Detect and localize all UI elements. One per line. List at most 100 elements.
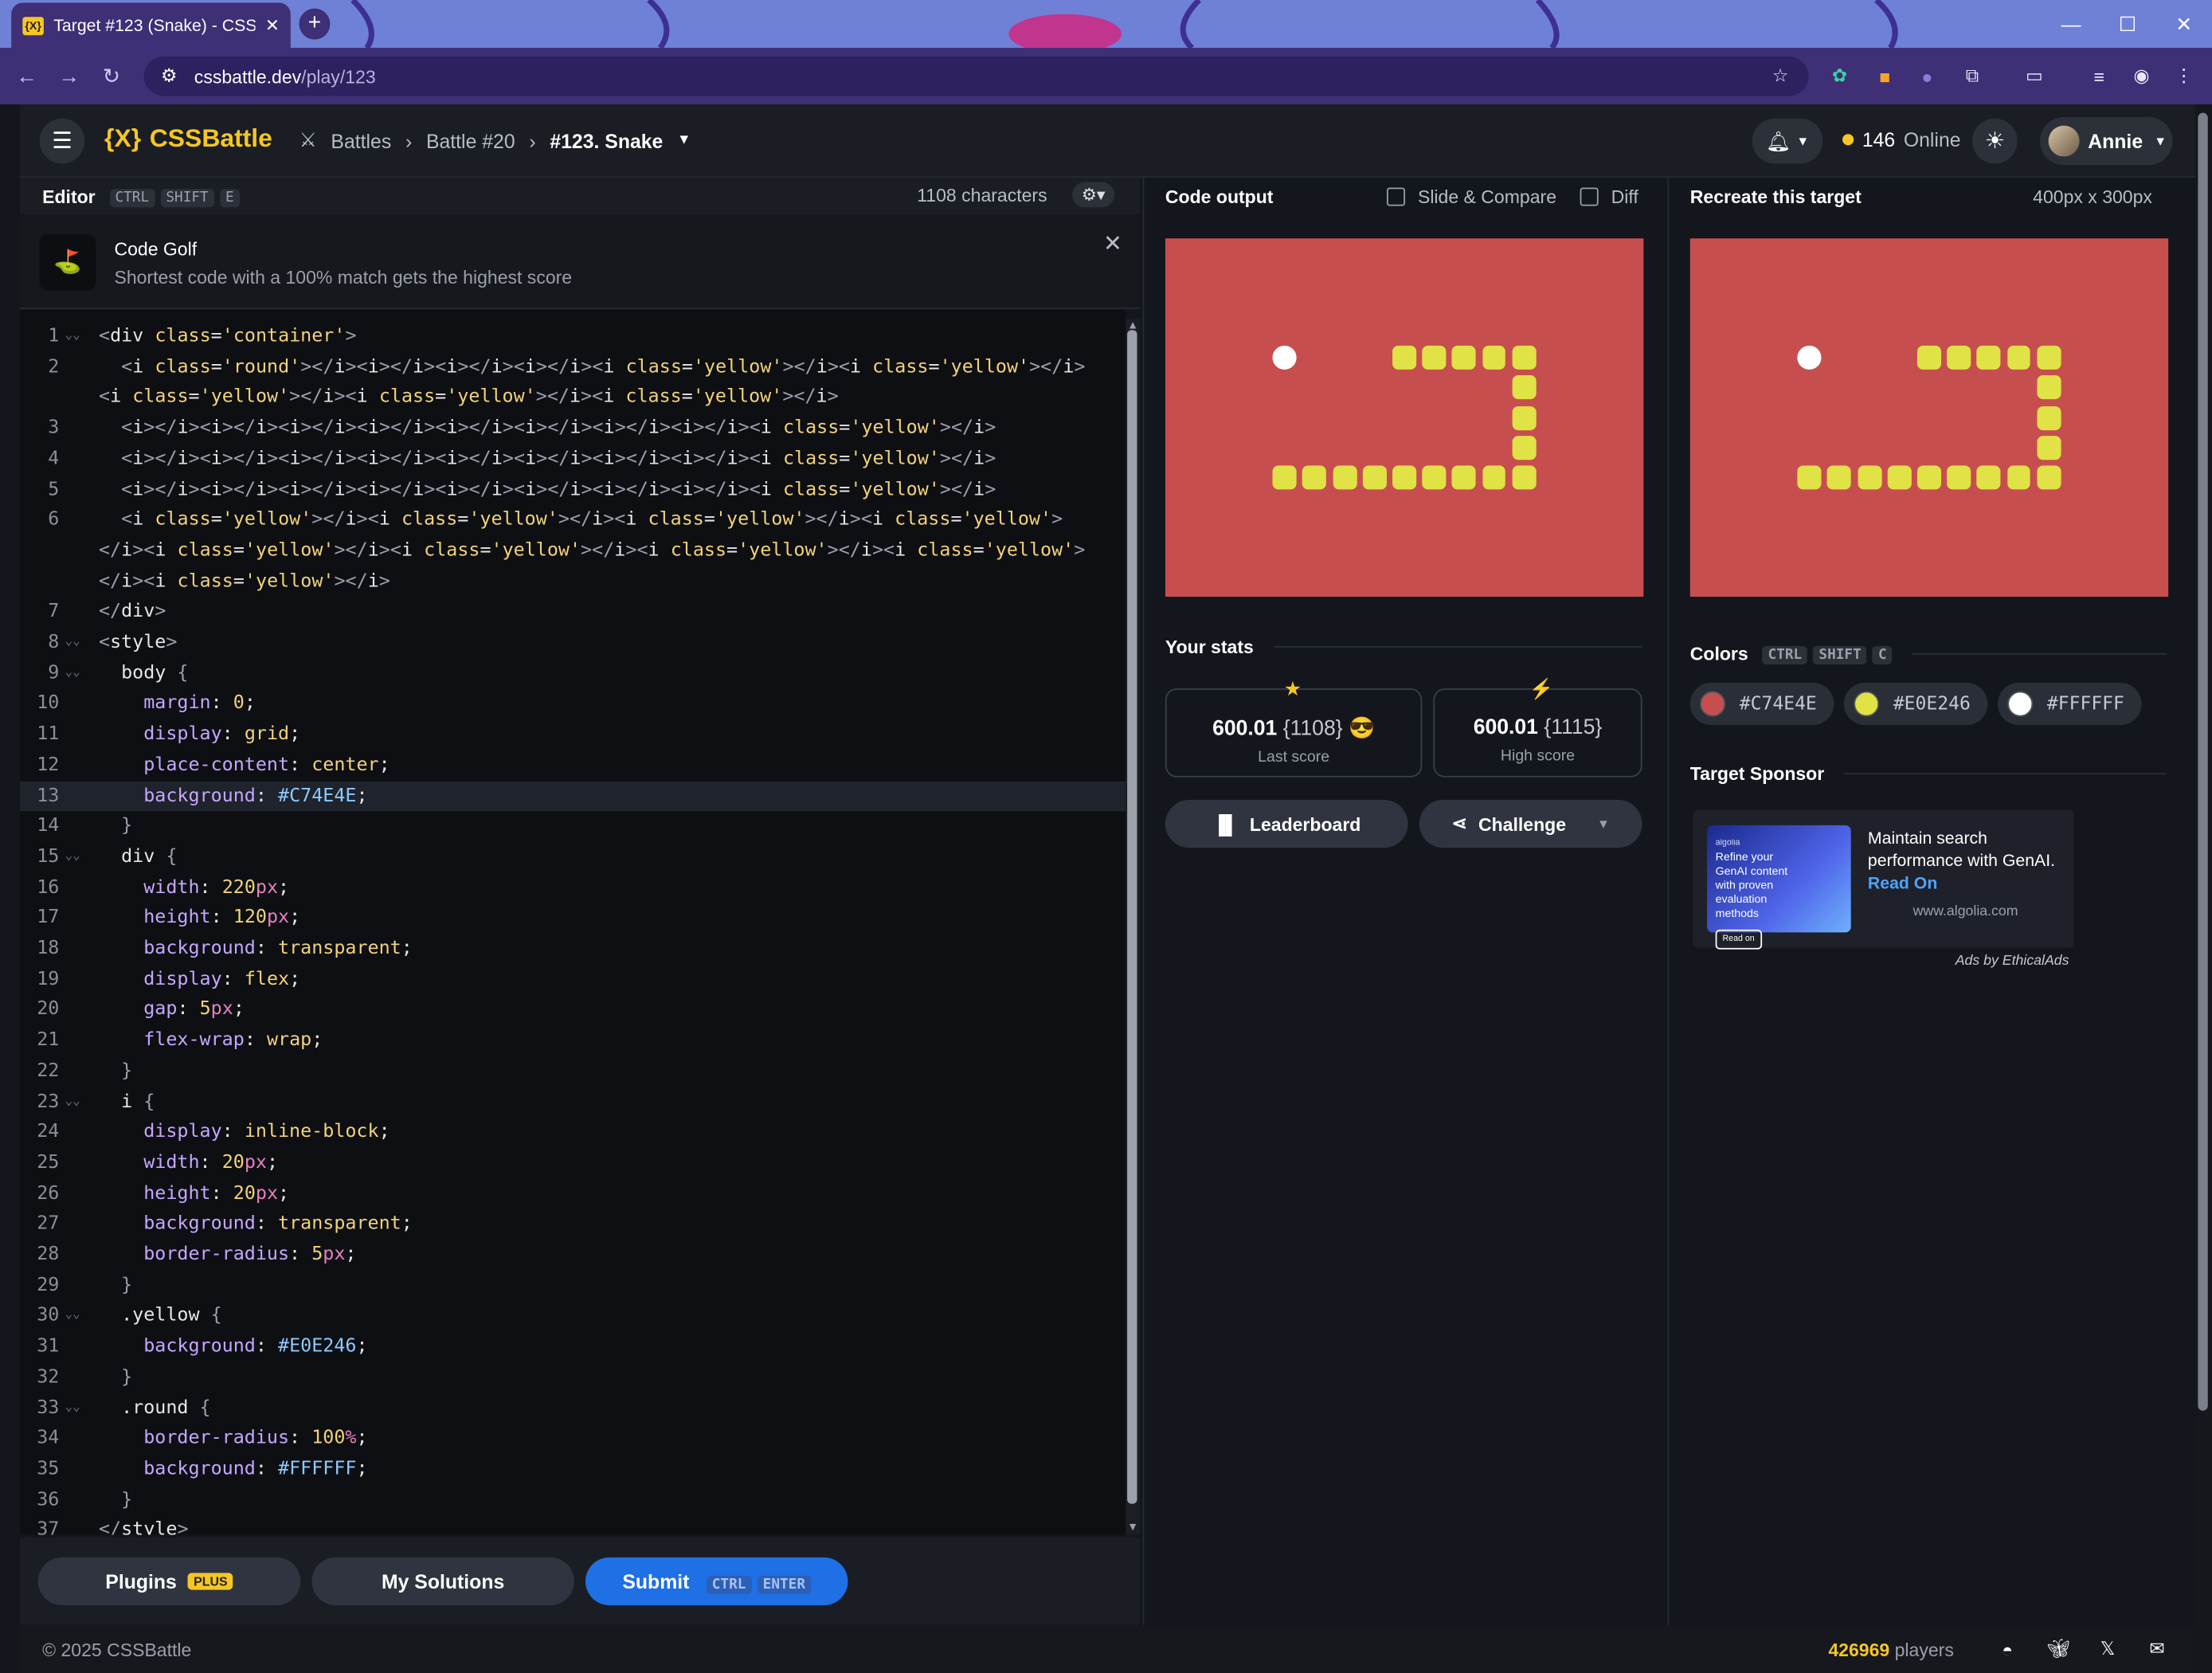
ad-copy[interactable]: Maintain search performance with GenAI. …: [1868, 827, 2065, 895]
page-scrollbar-thumb[interactable]: [2198, 112, 2208, 1411]
code-line[interactable]: 36 }: [20, 1485, 1126, 1515]
code-line[interactable]: 26 height: 20px;: [20, 1179, 1126, 1209]
close-icon[interactable]: ✕: [1103, 230, 1122, 258]
code-line[interactable]: 30 ⌄⌄ .yellow {: [20, 1301, 1126, 1331]
email-icon[interactable]: ✉: [2144, 1636, 2170, 1662]
maximize-button[interactable]: ☐: [2099, 0, 2155, 48]
code-line[interactable]: 24 display: inline-block;: [20, 1118, 1126, 1148]
user-menu[interactable]: Annie ▼: [2040, 116, 2173, 166]
breadcrumb-battles[interactable]: Battles: [331, 129, 391, 151]
code-line[interactable]: 25 width: 20px;: [20, 1148, 1126, 1178]
code-line[interactable]: 6 <i class='yellow'></i><i class='yellow…: [20, 505, 1126, 535]
diff-toggle[interactable]: Diff: [1580, 178, 1638, 214]
code-line[interactable]: 35 background: #FFFFFF;: [20, 1454, 1126, 1484]
media-icon[interactable]: ≡: [2085, 62, 2113, 90]
code-line[interactable]: 32 }: [20, 1362, 1126, 1393]
code-line[interactable]: </i><i class='yellow'></i><i class='yell…: [20, 536, 1126, 566]
discord-icon[interactable]: ◓: [1995, 1636, 2020, 1662]
challenge-button[interactable]: ⋖ Challenge ▼: [1419, 799, 1642, 848]
slide-compare-checkbox[interactable]: [1386, 186, 1406, 206]
code-line[interactable]: 4 <i></i><i></i><i></i><i></i><i></i><i>…: [20, 444, 1126, 474]
bluesky-icon[interactable]: 🦋︎: [2046, 1636, 2071, 1662]
fold-chevron-icon[interactable]: ⌄⌄: [65, 628, 80, 658]
code-line[interactable]: 27 background: transparent;: [20, 1209, 1126, 1240]
code-line[interactable]: 9 ⌄⌄ body {: [20, 658, 1126, 688]
close-tab-icon[interactable]: ✕: [265, 15, 280, 35]
my-solutions-button[interactable]: My Solutions: [311, 1557, 574, 1606]
code-line[interactable]: 5 <i></i><i></i><i></i><i></i><i></i><i>…: [20, 475, 1126, 505]
editor-scrollbar-thumb[interactable]: [1127, 330, 1137, 1504]
code-line[interactable]: 18 background: transparent;: [20, 934, 1126, 964]
cssbattle-logo[interactable]: {X} CSSBattle: [104, 124, 272, 154]
extensions-puzzle-icon[interactable]: ⧉: [1958, 62, 1986, 90]
cast-icon[interactable]: ▭: [2020, 62, 2048, 90]
code-line[interactable]: 17 height: 120px;: [20, 903, 1126, 934]
code-line[interactable]: 11 display: grid;: [20, 719, 1126, 750]
code-line[interactable]: 10 margin: 0;: [20, 689, 1126, 719]
fold-chevron-icon[interactable]: ⌄⌄: [65, 842, 80, 872]
code-editor[interactable]: 1 ⌄⌄ <div class='container'> 2 <i class='ro…: [19, 310, 1126, 1535]
code-line[interactable]: 13 background: #C74E4E;: [19, 781, 1126, 812]
theme-toggle-sun-icon[interactable]: ☀: [1971, 118, 2018, 164]
scroll-up-icon[interactable]: ▲: [1127, 319, 1138, 331]
code-line[interactable]: 28 border-radius: 5px;: [20, 1240, 1126, 1270]
menu-dots-icon[interactable]: ⋮: [2170, 62, 2198, 90]
extension-icon[interactable]: ✿: [1826, 62, 1854, 90]
code-line[interactable]: 33 ⌄⌄ .round {: [20, 1393, 1126, 1424]
code-line[interactable]: 37 </style>: [20, 1515, 1126, 1535]
code-line[interactable]: 34 border-radius: 100%;: [20, 1424, 1126, 1454]
bookmark-star-icon[interactable]: ☆: [1766, 62, 1794, 90]
editor-settings-gear-icon[interactable]: ⚙▾: [1072, 182, 1115, 208]
profile-icon[interactable]: ◉: [2128, 62, 2155, 90]
code-line[interactable]: 31 background: #E0E246;: [20, 1332, 1126, 1362]
ad-link[interactable]: Read On: [1868, 873, 1937, 893]
scroll-down-icon[interactable]: ▼: [1127, 1521, 1138, 1534]
ad-url[interactable]: www.algolia.com: [1913, 904, 2018, 919]
code-line[interactable]: 7 </div>: [20, 598, 1126, 628]
code-line[interactable]: 12 place-content: center;: [20, 750, 1126, 781]
code-line[interactable]: 16 width: 220px;: [20, 872, 1126, 903]
code-line[interactable]: 8 ⌄⌄ <style>: [20, 628, 1126, 658]
minimize-button[interactable]: —: [2043, 0, 2100, 48]
code-line[interactable]: 3 <i></i><i></i><i></i><i></i><i></i><i>…: [20, 413, 1126, 444]
code-line[interactable]: 21 flex-wrap: wrap;: [20, 1025, 1126, 1056]
address-bar[interactable]: ⚙ cssbattle.dev/play/123: [143, 56, 1809, 96]
breadcrumb-target[interactable]: #123. Snake: [550, 129, 663, 151]
menu-hamburger-icon[interactable]: ☰: [39, 118, 85, 164]
forward-icon[interactable]: →: [53, 62, 84, 90]
x-twitter-icon[interactable]: 𝕏: [2095, 1636, 2120, 1662]
ads-by-label[interactable]: Ads by EthicalAds: [1956, 954, 2069, 969]
extension-icon[interactable]: ●: [1913, 62, 1941, 90]
code-line[interactable]: 19 display: flex;: [20, 965, 1126, 995]
submit-button[interactable]: Submit CTRL ENTER: [585, 1557, 848, 1606]
ad-image[interactable]: algolia Refine your GenAI content with p…: [1707, 825, 1851, 950]
chevron-down-icon[interactable]: ▼: [1597, 817, 1610, 831]
site-info-icon[interactable]: ⚙: [161, 65, 178, 87]
code-line[interactable]: </i><i class='yellow'></i>: [20, 566, 1126, 597]
notifications-button[interactable]: 🔔︎ ▼: [1752, 118, 1823, 164]
fold-chevron-icon[interactable]: ⌄⌄: [65, 1301, 80, 1331]
close-window-button[interactable]: ✕: [2155, 0, 2212, 48]
code-line[interactable]: 15 ⌄⌄ div {: [20, 842, 1126, 872]
code-line[interactable]: 29 }: [20, 1271, 1126, 1301]
code-output-preview[interactable]: [1165, 238, 1644, 598]
color-swatch-red[interactable]: #C74E4E: [1689, 683, 1834, 726]
slide-compare-toggle[interactable]: Slide & Compare: [1386, 178, 1556, 214]
code-line[interactable]: 22 }: [20, 1056, 1126, 1087]
browser-tab[interactable]: {X} Target #123 (Snake) - CSSBattle ✕: [11, 2, 291, 49]
code-line[interactable]: 14 }: [20, 811, 1126, 841]
back-icon[interactable]: ←: [11, 62, 42, 90]
code-line[interactable]: 20 gap: 5px;: [20, 995, 1126, 1025]
reload-icon[interactable]: ↻: [96, 62, 127, 90]
plugins-button[interactable]: Plugins PLUS: [37, 1557, 301, 1606]
new-tab-button[interactable]: +: [299, 8, 331, 40]
code-line[interactable]: 2 <i class='round'></i><i></i><i></i><i>…: [20, 352, 1126, 382]
fold-chevron-icon[interactable]: ⌄⌄: [65, 658, 80, 688]
fold-chevron-icon[interactable]: ⌄⌄: [65, 1087, 80, 1117]
chevron-down-icon[interactable]: ▼: [677, 132, 691, 147]
leaderboard-button[interactable]: ▐▌ Leaderboard: [1165, 799, 1408, 848]
diff-checkbox[interactable]: [1580, 186, 1599, 206]
code-line[interactable]: 1 ⌄⌄ <div class='container'>: [20, 322, 1126, 352]
extension-icon[interactable]: ■: [1870, 62, 1898, 90]
target-image[interactable]: [1689, 238, 2169, 598]
